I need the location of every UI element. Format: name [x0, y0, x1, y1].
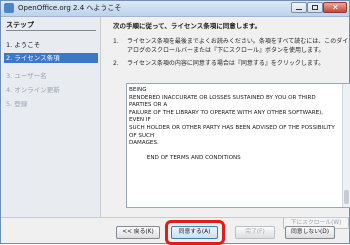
- steps-divider: [6, 30, 96, 31]
- steps-sidebar: ステップ 1. ようこそ 2. ライセンス条項 3. ユーザー名 4. オンライ…: [2, 17, 101, 217]
- instruction-2: 2. ライセンス条項の内容に同意する場合は『同意する』をクリックします。: [113, 59, 349, 69]
- step-welcome[interactable]: 1. ようこそ: [6, 39, 40, 49]
- main-panel: 次の手順に従って、ライセンス条項に同意します。 1. ライセンス条項を最後までよ…: [101, 17, 350, 229]
- license-line: FAILURE OF THE LIBRARY TO OPERATE WITH A…: [129, 109, 324, 116]
- close-icon: ✕: [332, 3, 339, 12]
- license-line: SUCH HOLDER OR OTHER PARTY HAS BEEN ADVI…: [129, 124, 335, 131]
- openoffice-app-icon: [4, 3, 14, 13]
- instruction-1-number: 1.: [113, 38, 119, 45]
- footer-divider: [1, 217, 349, 218]
- license-text-box[interactable]: BEING RENDERED INACCURATE OR LOSSES SUST…: [126, 83, 350, 208]
- license-line: DAMAGES.: [129, 140, 159, 147]
- license-line: PARTIES OR A: [129, 102, 168, 109]
- license-line: EVEN IF: [129, 117, 151, 124]
- license-line: BEING: [129, 87, 147, 93]
- step-registration: 5. 登録: [6, 100, 28, 108]
- step-license-terms[interactable]: 2. ライセンス条項: [4, 53, 98, 63]
- steps-heading: ステップ: [6, 21, 34, 29]
- step-user-name: 3. ユーザー名: [6, 72, 47, 80]
- license-line: [129, 148, 329, 156]
- back-button[interactable]: << 戻る(K): [116, 226, 160, 239]
- page-heading: 次の手順に従って、ライセンス条項に同意します。: [113, 22, 262, 30]
- instruction-1-text: ライセンス条項を最後までよくお読みください。条項をすべて読むには、このダイアログ…: [127, 38, 349, 54]
- step-online-update: 4. オンライン更新: [6, 86, 60, 94]
- license-scrollbar-thumb[interactable]: [344, 190, 349, 204]
- instruction-2-number: 2.: [113, 60, 119, 67]
- maximize-button[interactable]: [307, 2, 323, 13]
- window-title: OpenOffice.org 2.4 へようこそ: [18, 4, 122, 12]
- title-bar[interactable]: OpenOffice.org 2.4 へようこそ ✕: [1, 1, 349, 17]
- instruction-2-text: ライセンス条項の内容に同意する場合は『同意する』をクリックします。: [127, 60, 325, 67]
- maximize-icon: [312, 5, 318, 10]
- license-line: END OF TERMS AND CONDITIONS: [129, 155, 241, 162]
- finish-button[interactable]: 完了(F): [235, 226, 275, 239]
- license-line: RENDERED INACCURATE OR LOSSES SUSTAINED …: [129, 94, 316, 101]
- decline-button[interactable]: 同意しない(D): [285, 226, 335, 239]
- accept-highlight-annotation: [165, 220, 225, 245]
- license-text: BEING RENDERED INACCURATE OR LOSSES SUST…: [129, 87, 335, 163]
- close-button[interactable]: ✕: [323, 2, 347, 13]
- license-scrollbar[interactable]: [342, 84, 350, 207]
- minimize-icon: [296, 9, 302, 10]
- minimize-button[interactable]: [291, 2, 307, 13]
- instruction-1: 1. ライセンス条項を最後までよくお読みください。条項をすべて読むには、このダイ…: [113, 37, 349, 57]
- license-line: OF SUCH: [129, 132, 155, 139]
- welcome-wizard-window: OpenOffice.org 2.4 へようこそ ✕ ステップ 1. ようこそ …: [0, 0, 350, 245]
